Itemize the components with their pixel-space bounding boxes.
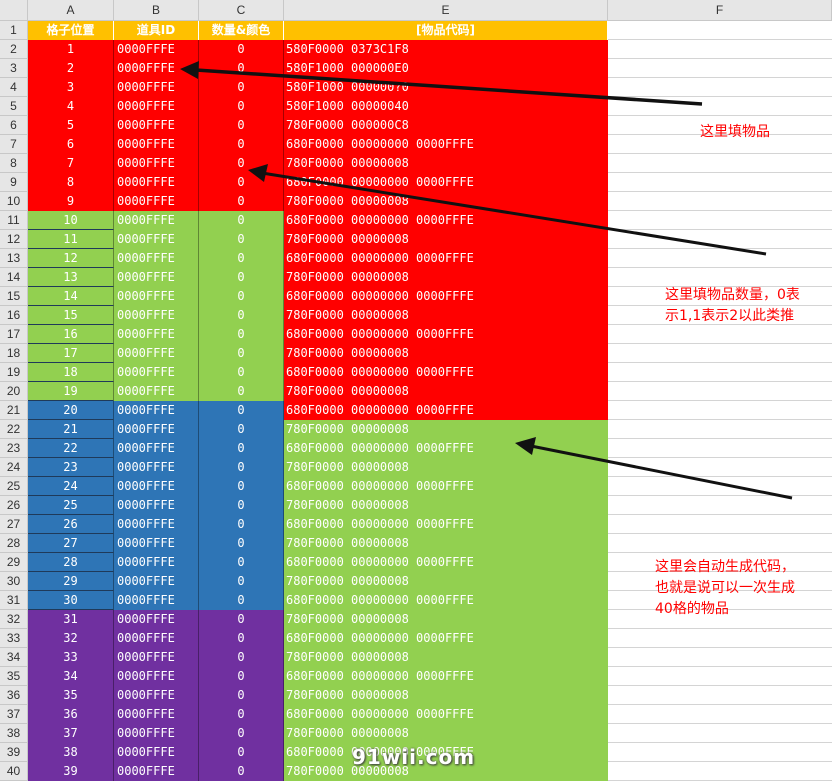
watermark: 91wii.com [352,745,476,769]
arrow-to-item-id [180,61,703,106]
arrow-to-item-code [515,437,793,500]
arrow-to-quantity [248,164,767,256]
annotation-arrows [180,61,793,500]
